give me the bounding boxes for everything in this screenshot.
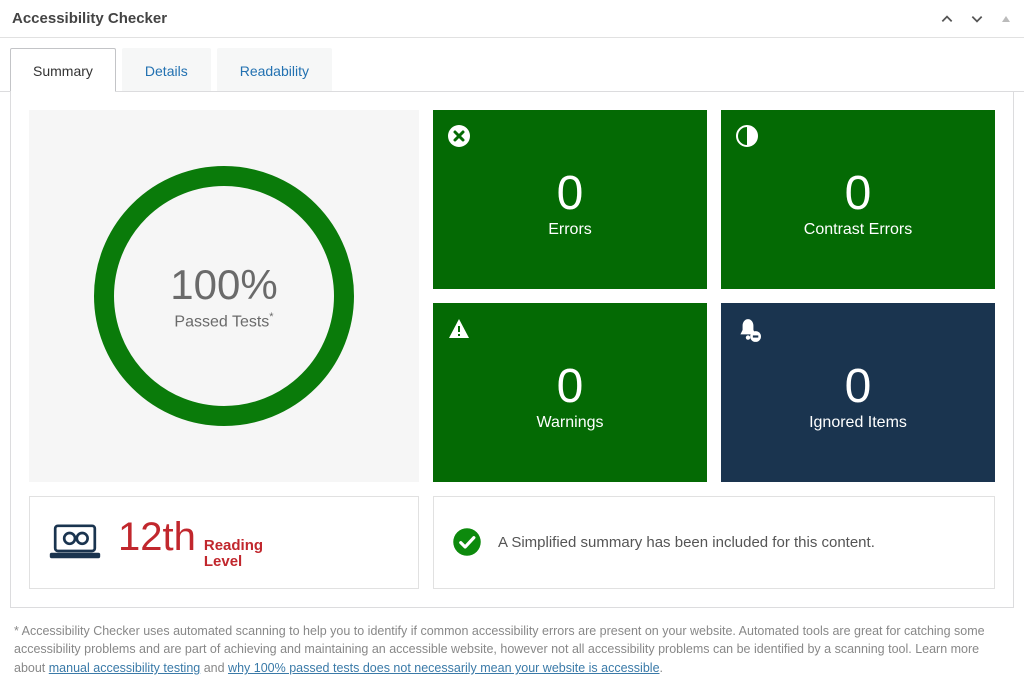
summary-panel: 100% Passed Tests* 0 Errors 0 Contrast E… [10, 92, 1014, 608]
tab-readability[interactable]: Readability [217, 48, 332, 91]
warnings-count: 0 [447, 359, 693, 414]
tile-errors[interactable]: 0 Errors [433, 110, 707, 289]
passed-percent: 100% [170, 261, 277, 309]
check-circle-icon [452, 527, 482, 557]
chevron-up-icon[interactable] [940, 12, 954, 26]
panel-header-controls [940, 12, 1012, 26]
collapse-triangle-icon[interactable] [1000, 13, 1012, 25]
contrast-count: 0 [735, 166, 981, 221]
simplified-summary-card: A Simplified summary has been included f… [433, 496, 995, 589]
panel-title: Accessibility Checker [12, 10, 167, 27]
passed-tests-card: 100% Passed Tests* [29, 110, 419, 482]
bell-mute-icon [735, 317, 759, 341]
bottom-row: 12th Reading Level A Simplified summary … [29, 496, 995, 589]
warnings-label: Warnings [447, 414, 693, 432]
tiles-grid: 0 Errors 0 Contrast Errors 0 Warnings [433, 110, 995, 482]
laptop-search-icon [48, 522, 102, 562]
ignored-count: 0 [735, 359, 981, 414]
summary-grid: 100% Passed Tests* 0 Errors 0 Contrast E… [29, 110, 995, 482]
ignored-label: Ignored Items [735, 414, 981, 432]
error-x-icon [447, 124, 471, 148]
tabs: Summary Details Readability [0, 38, 1024, 92]
passed-label: Passed Tests* [174, 311, 273, 331]
tab-details[interactable]: Details [122, 48, 211, 91]
reading-label: Reading Level [204, 538, 263, 570]
contrast-icon [735, 124, 759, 148]
chevron-down-icon[interactable] [970, 12, 984, 26]
footnote: * Accessibility Checker uses automated s… [14, 622, 1010, 678]
panel-header: Accessibility Checker [0, 0, 1024, 38]
tab-summary[interactable]: Summary [10, 48, 116, 92]
errors-count: 0 [447, 166, 693, 221]
tile-contrast[interactable]: 0 Contrast Errors [721, 110, 995, 289]
reading-level-card: 12th Reading Level [29, 496, 419, 589]
tile-warnings[interactable]: 0 Warnings [433, 303, 707, 482]
reading-grade: 12th [118, 515, 196, 560]
reading-level: 12th Reading Level [118, 515, 263, 570]
link-why-100-percent[interactable]: why 100% passed tests does not necessari… [228, 661, 659, 675]
tile-ignored[interactable]: 0 Ignored Items [721, 303, 995, 482]
passed-tests-ring: 100% Passed Tests* [94, 166, 354, 426]
warning-triangle-icon [447, 317, 471, 341]
errors-label: Errors [447, 221, 693, 239]
link-manual-testing[interactable]: manual accessibility testing [49, 661, 200, 675]
simplified-summary-text: A Simplified summary has been included f… [498, 534, 875, 551]
contrast-label: Contrast Errors [735, 221, 981, 239]
